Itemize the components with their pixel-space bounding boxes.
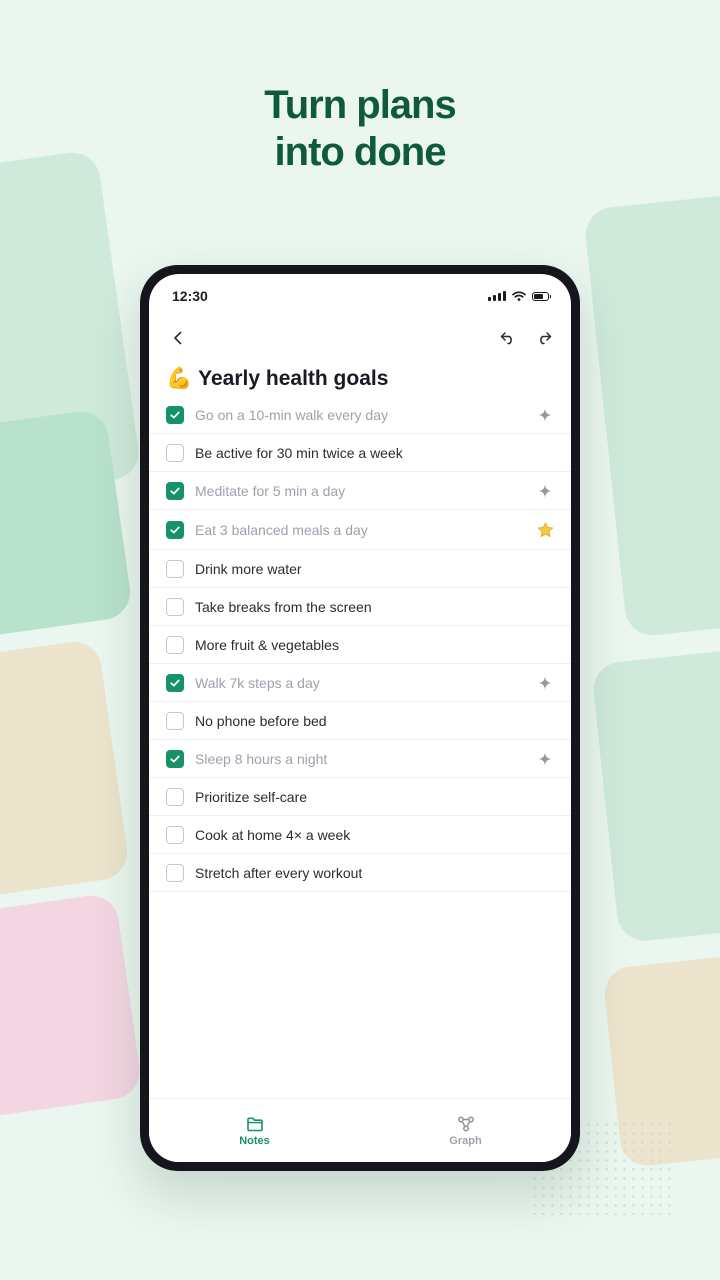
- todo-checkbox[interactable]: [166, 520, 184, 539]
- todo-checkbox[interactable]: [166, 711, 184, 730]
- todo-item[interactable]: Be active for 30 min twice a week: [149, 434, 571, 472]
- sparkle-icon: [536, 406, 554, 424]
- checkmark-icon: [170, 487, 180, 494]
- row-mark-empty: [536, 826, 554, 844]
- bg-card-mint-right-lower: [590, 646, 720, 944]
- todo-item[interactable]: Prioritize self-care: [149, 778, 571, 816]
- todo-item-label: Cook at home 4× a week: [195, 826, 351, 843]
- todo-item[interactable]: Stretch after every workout: [149, 854, 571, 892]
- todo-item-label: Be active for 30 min twice a week: [195, 444, 403, 461]
- nav-graph-label: Graph: [449, 1135, 482, 1147]
- bg-card-beige: [0, 638, 131, 902]
- todo-list: Go on a 10-min walk every day Be active f…: [149, 396, 571, 892]
- todo-checkbox[interactable]: [166, 559, 184, 578]
- todo-checkbox[interactable]: [166, 443, 184, 462]
- todo-item-label: Walk 7k steps a day: [195, 674, 320, 691]
- phone-screen: 12:30 💪 Yearly health goals Go on a 10-m…: [149, 274, 571, 1162]
- sparkle-icon: [536, 482, 554, 500]
- status-time: 12:30: [172, 288, 208, 304]
- undo-button[interactable]: [497, 327, 519, 349]
- row-mark-empty: [536, 636, 554, 654]
- marketing-headline: Turn plans into done: [0, 82, 720, 176]
- todo-checkbox[interactable]: [166, 673, 184, 692]
- note-title-text: Yearly health goals: [198, 367, 389, 390]
- checkmark-icon: [170, 755, 180, 762]
- nav-notes-label: Notes: [239, 1134, 270, 1147]
- graph-icon: [457, 1116, 474, 1132]
- wifi-icon: [512, 291, 526, 301]
- todo-item-label: Sleep 8 hours a night: [195, 750, 328, 767]
- todo-item-label: Take breaks from the screen: [195, 598, 372, 615]
- todo-item[interactable]: Eat 3 balanced meals a day: [149, 510, 571, 550]
- chevron-left-icon: [174, 331, 182, 345]
- todo-checkbox[interactable]: [166, 749, 184, 768]
- folder-icon: [246, 1117, 263, 1131]
- todo-item-label: More fruit & vegetables: [195, 636, 339, 653]
- todo-item[interactable]: More fruit & vegetables: [149, 626, 571, 664]
- todo-checkbox[interactable]: [166, 787, 184, 806]
- redo-button[interactable]: [533, 327, 555, 349]
- headline-line-1: Turn plans: [264, 83, 456, 127]
- todo-checkbox[interactable]: [166, 405, 184, 424]
- row-mark-empty: [536, 598, 554, 616]
- sparkle-icon: [536, 674, 554, 692]
- row-mark-empty: [536, 444, 554, 462]
- row-mark-empty: [536, 560, 554, 578]
- battery-icon: [532, 291, 551, 301]
- nav-graph[interactable]: Graph: [360, 1099, 571, 1162]
- row-mark-empty: [536, 712, 554, 730]
- todo-item-label: Prioritize self-care: [195, 788, 308, 805]
- bg-card-pink: [0, 892, 144, 1123]
- bottom-nav: Notes Graph: [149, 1098, 571, 1162]
- todo-item-label: Meditate for 5 min a day: [195, 482, 346, 499]
- note-toolbar: [149, 316, 571, 360]
- todo-item[interactable]: Sleep 8 hours a night: [149, 740, 571, 778]
- todo-item[interactable]: Meditate for 5 min a day: [149, 472, 571, 510]
- row-mark-empty: [536, 864, 554, 882]
- todo-item-label: Go on a 10-min walk every day: [195, 406, 388, 423]
- todo-item[interactable]: Go on a 10-min walk every day: [149, 396, 571, 434]
- star-icon: [536, 521, 554, 539]
- checkmark-icon: [170, 411, 180, 418]
- bg-card-mint-right: [583, 192, 720, 638]
- back-button[interactable]: [167, 327, 189, 349]
- todo-item-label: Stretch after every workout: [195, 864, 363, 881]
- cellular-signal-icon: [488, 291, 506, 301]
- flexed-biceps-icon: 💪: [166, 367, 193, 390]
- todo-checkbox[interactable]: [166, 635, 184, 654]
- nav-notes[interactable]: Notes: [149, 1099, 360, 1162]
- checkmark-icon: [170, 526, 180, 533]
- todo-item[interactable]: Cook at home 4× a week: [149, 816, 571, 854]
- todo-checkbox[interactable]: [166, 825, 184, 844]
- todo-item-label: No phone before bed: [195, 712, 327, 729]
- headline-line-2: into done: [274, 130, 447, 174]
- undo-icon: [500, 332, 512, 345]
- todo-item[interactable]: No phone before bed: [149, 702, 571, 740]
- status-bar: 12:30: [149, 274, 571, 308]
- todo-item-label: Eat 3 balanced meals a day: [195, 521, 368, 538]
- todo-item[interactable]: Take breaks from the screen: [149, 588, 571, 626]
- todo-checkbox[interactable]: [166, 863, 184, 882]
- redo-icon: [540, 332, 552, 345]
- phone-frame: 12:30 💪 Yearly health goals Go on a 10-m…: [140, 265, 580, 1171]
- todo-checkbox[interactable]: [166, 481, 184, 500]
- checkmark-icon: [170, 679, 180, 686]
- todo-item[interactable]: Drink more water: [149, 550, 571, 588]
- todo-checkbox[interactable]: [166, 597, 184, 616]
- note-title[interactable]: 💪 Yearly health goals: [149, 364, 571, 394]
- status-icons: [488, 291, 551, 301]
- sparkle-icon: [536, 750, 554, 768]
- todo-item[interactable]: Walk 7k steps a day: [149, 664, 571, 702]
- row-mark-empty: [536, 788, 554, 806]
- todo-item-label: Drink more water: [195, 560, 302, 577]
